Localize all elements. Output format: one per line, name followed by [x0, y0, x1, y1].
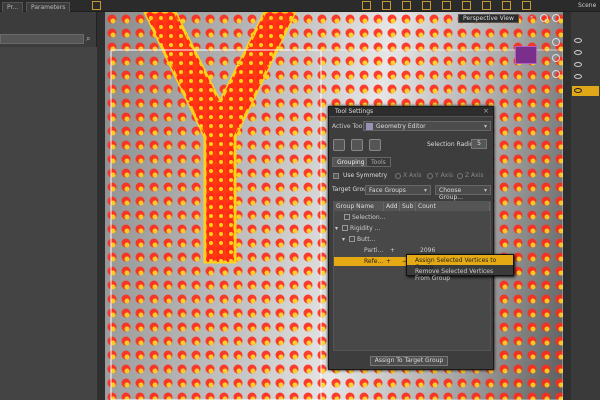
use-symmetry-checkbox[interactable]	[333, 173, 339, 179]
camera-dropdown-chevron-icon[interactable]: ▾	[530, 14, 533, 21]
camera-cube-icon[interactable]	[515, 46, 537, 64]
toolbar-icon-1[interactable]	[92, 1, 101, 10]
toolbar-icon-4[interactable]	[402, 1, 411, 10]
choose-group-value: Choose Group...	[439, 187, 463, 201]
scene-row-3[interactable]	[572, 60, 599, 70]
right-divider[interactable]	[563, 12, 571, 400]
eye-icon[interactable]	[574, 88, 582, 93]
x-axis-radio[interactable]	[395, 173, 401, 179]
add-icon[interactable]: +	[390, 247, 395, 254]
toolbar-icon-6[interactable]	[442, 1, 451, 10]
target-group-select[interactable]: Face Groups ▾	[365, 185, 431, 195]
context-menu: Assign Selected Vertices to Group Remove…	[406, 254, 514, 282]
z-axis-radio[interactable]	[457, 173, 463, 179]
chevron-down-icon: ▾	[484, 187, 488, 194]
pan-icon[interactable]	[552, 54, 560, 62]
top-toolbar: Pr... Parameters Scene	[0, 0, 600, 12]
navigate-icon-1[interactable]	[540, 14, 548, 22]
target-group-value: Face Groups	[369, 187, 406, 194]
camera-label[interactable]: Perspective View	[458, 14, 519, 23]
group-name: Rigidity ...	[350, 225, 381, 232]
eye-icon[interactable]	[574, 62, 582, 67]
group-icon	[342, 225, 348, 231]
group-name: Butt...	[357, 236, 376, 243]
active-tool-dropdown[interactable]: Geometry Editor ▾	[363, 121, 491, 131]
group-tree: Group Name Add Sub Count Selection... ▾ …	[333, 201, 491, 351]
left-pane-content	[0, 47, 97, 400]
scene-pane	[571, 12, 600, 400]
expand-arrow-icon[interactable]: ▾	[335, 225, 338, 232]
column-header-group-name[interactable]: Group Name	[334, 202, 384, 211]
orbit-icon[interactable]	[552, 38, 560, 46]
select-mode-icon[interactable]	[333, 139, 345, 151]
y-axis-label: Y Axis	[435, 172, 454, 179]
scene-row-2[interactable]	[572, 48, 599, 58]
column-header-sub[interactable]: Sub	[400, 202, 416, 211]
zoom-icon[interactable]	[552, 70, 560, 78]
x-axis-label: X Axis	[403, 172, 422, 179]
search-input[interactable]	[0, 34, 84, 44]
selection-radius-input[interactable]: 5	[471, 139, 487, 149]
column-header-add[interactable]: Add	[384, 202, 400, 211]
navigate-icon-2[interactable]	[552, 14, 560, 22]
group-icon	[344, 214, 350, 220]
left-divider[interactable]	[97, 12, 105, 400]
use-symmetry-label: Use Symmetry	[343, 172, 388, 179]
toolbar-icon-9[interactable]	[502, 1, 511, 10]
y-axis-radio[interactable]	[427, 173, 433, 179]
eye-icon[interactable]	[574, 38, 582, 43]
menu-item-assign-vertices[interactable]: Assign Selected Vertices to Group	[407, 255, 513, 271]
group-count: 2096	[420, 247, 436, 254]
panel-title: Tool Settings	[335, 108, 374, 115]
scene-row-selected[interactable]	[572, 86, 599, 96]
tree-row[interactable]: ▾ Rigidity ...	[334, 224, 490, 233]
scene-row-4[interactable]	[572, 72, 599, 82]
toolbar-icon-8[interactable]	[482, 1, 491, 10]
tab-left-1[interactable]: Pr...	[2, 2, 24, 12]
scene-row-1[interactable]	[572, 36, 599, 46]
expand-arrow-icon[interactable]: ▾	[342, 236, 345, 243]
tree-row[interactable]: Selection...	[334, 213, 490, 222]
z-axis-label: Z Axis	[465, 172, 484, 179]
group-name: Selection...	[352, 214, 386, 221]
active-tool-value: Geometry Editor	[376, 123, 426, 130]
add-icon[interactable]: +	[386, 258, 391, 265]
column-header-count[interactable]: Count	[416, 202, 490, 211]
group-icon	[349, 236, 355, 242]
close-icon[interactable]: ×	[483, 107, 489, 115]
selection-radius-label: Selection Radius	[427, 141, 477, 148]
lasso-mode-icon[interactable]	[351, 139, 363, 151]
menu-item-remove-vertices[interactable]: Remove Selected Vertices From Group	[407, 266, 513, 282]
group-name: Parti...	[364, 247, 384, 254]
tab-grouping[interactable]: Grouping	[332, 157, 370, 167]
brush-mode-icon[interactable]	[369, 139, 381, 151]
choose-group-select[interactable]: Choose Group... ▾	[435, 185, 491, 201]
toolbar-icon-3[interactable]	[382, 1, 391, 10]
tab-tools[interactable]: Tools	[366, 157, 391, 167]
left-pane: ⌕	[0, 12, 97, 400]
tree-row[interactable]: ▾ Butt...	[334, 235, 490, 244]
chevron-down-icon: ▾	[484, 123, 488, 130]
toolbar-icon-5[interactable]	[422, 1, 431, 10]
chevron-down-icon: ▾	[424, 187, 428, 194]
active-tool-label: Active Tool:	[332, 123, 367, 130]
toolbar-icon-2[interactable]	[362, 1, 371, 10]
tab-parameters[interactable]: Parameters	[26, 2, 71, 12]
toolbar-icon-10[interactable]	[522, 1, 531, 10]
tool-settings-header[interactable]: Tool Settings ×	[329, 107, 493, 117]
geometry-editor-icon	[366, 123, 373, 130]
group-name: Refe...	[364, 258, 384, 265]
toolbar-icon-7[interactable]	[462, 1, 471, 10]
tab-scene[interactable]: Scene	[578, 2, 596, 9]
search-icon[interactable]: ⌕	[86, 34, 90, 44]
eye-icon[interactable]	[574, 74, 582, 79]
tool-settings-panel: Tool Settings × Active Tool: Geometry Ed…	[328, 106, 494, 370]
eye-icon[interactable]	[574, 50, 582, 55]
assign-to-target-group-button[interactable]: Assign To Target Group	[370, 356, 448, 366]
